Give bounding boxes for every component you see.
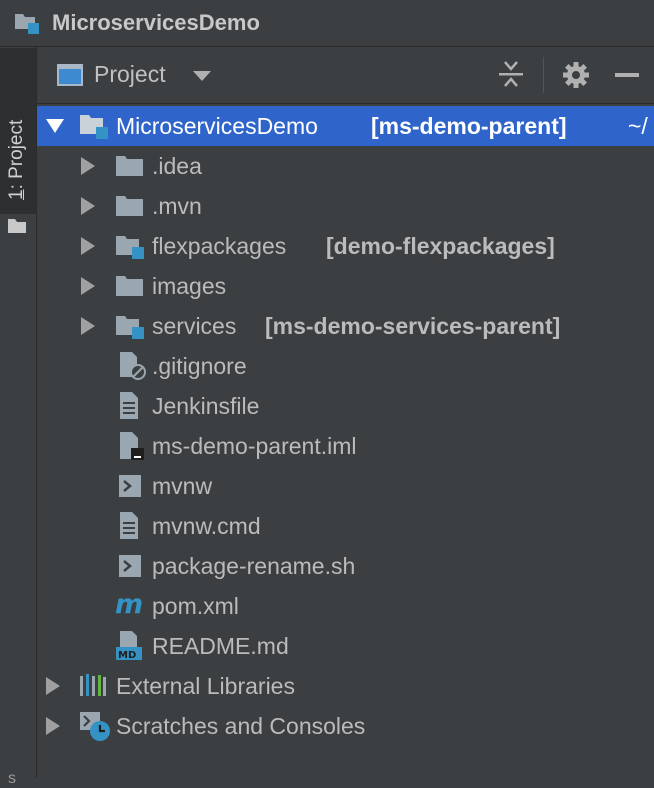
project-view-icon <box>57 64 83 86</box>
tree-item-name: services <box>152 312 237 339</box>
tree-item-jenkinsfile[interactable]: Jenkinsfile <box>37 386 654 426</box>
shell-script-icon <box>117 472 147 500</box>
tree-item-name: pom.xml <box>152 592 239 619</box>
collapsed-arrow-icon[interactable] <box>46 717 60 735</box>
collapsed-arrow-icon[interactable] <box>81 237 95 255</box>
tree-item-mvnw-cmd[interactable]: mvnw.cmd <box>37 506 654 546</box>
tree-item-mvn[interactable]: .mvn <box>37 186 654 226</box>
text-file-icon <box>117 391 147 419</box>
folder-icon <box>115 152 145 180</box>
collapsed-arrow-icon[interactable] <box>81 157 95 175</box>
shell-script-icon <box>117 552 147 580</box>
tree-item-name: mvnw.cmd <box>152 512 261 539</box>
tree-item-name: Jenkinsfile <box>152 392 260 419</box>
collapsed-arrow-icon[interactable] <box>46 677 60 695</box>
project-title[interactable]: MicroservicesDemo <box>52 10 260 36</box>
tree-item-name: .mvn <box>152 192 202 219</box>
iml-file-icon <box>117 431 147 460</box>
module-folder-icon <box>79 112 109 140</box>
scratches-icon <box>79 710 110 741</box>
module-folder-icon <box>115 312 145 340</box>
tree-item-iml[interactable]: ms-demo-parent.iml <box>37 426 654 466</box>
project-tab-label: 1: Project <box>6 119 27 200</box>
tree-item-name: package-rename.sh <box>152 552 356 579</box>
tree-root-row[interactable]: MicroservicesDemo [ms-demo-parent] ~/ <box>37 106 654 146</box>
tool-window-header: Project <box>37 47 654 104</box>
project-tool-window-tab[interactable]: 1: Project <box>0 48 36 233</box>
tree-item-idea[interactable]: .idea <box>37 146 654 186</box>
toolbar-separator <box>543 57 544 93</box>
tree-item-name: flexpackages <box>152 232 287 259</box>
tree-item-pom[interactable]: m pom.xml <box>37 586 654 626</box>
ignored-file-icon <box>117 351 147 380</box>
tree-item-name: External Libraries <box>116 672 295 699</box>
tree-root-name: MicroservicesDemo <box>116 112 318 139</box>
tree-item-name: README.md <box>152 632 289 659</box>
markdown-file-icon: MD <box>115 630 145 661</box>
svg-text:MD: MD <box>118 650 136 661</box>
tree-item-gitignore[interactable]: .gitignore <box>37 346 654 386</box>
tree-item-name: ms-demo-parent.iml <box>152 432 357 459</box>
tree-item-flexpackages[interactable]: flexpackages [demo-flexpackages] <box>37 226 654 266</box>
tree-root-module: [ms-demo-parent] <box>371 112 567 139</box>
tree-item-name: Scratches and Consoles <box>116 712 366 739</box>
tree-item-module: [demo-flexpackages] <box>326 232 555 259</box>
collapsed-arrow-icon[interactable] <box>81 317 95 335</box>
tree-item-name: .idea <box>152 152 202 179</box>
libraries-icon <box>79 672 109 700</box>
tree-scratches[interactable]: Scratches and Consoles <box>37 706 654 746</box>
tree-item-module: [ms-demo-services-parent] <box>265 312 561 339</box>
tree-item-package-rename[interactable]: package-rename.sh <box>37 546 654 586</box>
tree-item-name: .gitignore <box>152 352 247 379</box>
module-folder-icon <box>14 12 40 34</box>
tree-item-images[interactable]: images <box>37 266 654 306</box>
folder-icon <box>115 272 145 300</box>
chevron-down-icon[interactable] <box>193 71 211 81</box>
module-folder-icon <box>115 232 145 260</box>
tree-item-name: mvnw <box>152 472 213 499</box>
minimize-icon[interactable] <box>615 73 639 77</box>
tree-item-readme[interactable]: MD README.md <box>37 626 654 666</box>
tree-root-path: ~/ <box>628 112 648 139</box>
tree-item-name: images <box>152 272 227 299</box>
collapsed-arrow-icon[interactable] <box>81 197 95 215</box>
collapsed-arrow-icon[interactable] <box>81 277 95 295</box>
tree-item-services[interactable]: services [ms-demo-services-parent] <box>37 306 654 346</box>
folder-icon <box>115 192 145 220</box>
tree-external-libraries[interactable]: External Libraries <box>37 666 654 706</box>
collapse-all-icon[interactable] <box>497 59 525 89</box>
expanded-arrow-icon[interactable] <box>46 119 64 133</box>
tree-item-mvnw[interactable]: mvnw <box>37 466 654 506</box>
text-file-icon <box>117 511 147 539</box>
stripe-bottom-label[interactable]: s <box>8 770 16 788</box>
gear-icon[interactable] <box>561 60 591 90</box>
folder-icon <box>7 218 27 234</box>
maven-pom-icon: m <box>115 589 145 620</box>
view-selector-label[interactable]: Project <box>94 61 166 88</box>
svg-text:m: m <box>115 589 143 620</box>
navigation-bar: MicroservicesDemo <box>0 0 654 47</box>
